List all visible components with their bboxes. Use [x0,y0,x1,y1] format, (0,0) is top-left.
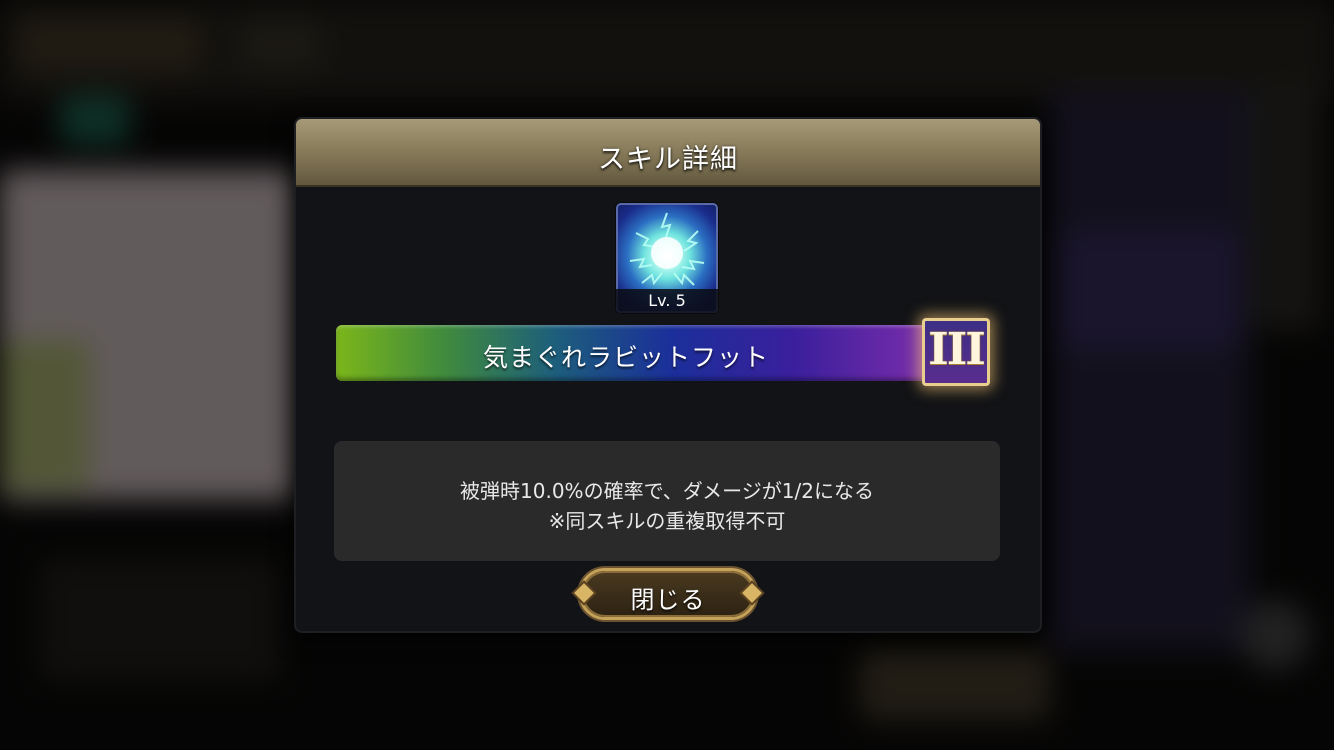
skill-rank: III [928,324,986,375]
skill-detail-dialog: スキル詳細 Lv. 5 気まぐれラビットフット III 被弾時10.0%の確率で… [296,119,1040,631]
dialog-header: スキル詳細 [296,119,1040,187]
skill-description-box: 被弾時10.0%の確率で、ダメージが1/2になる ※同スキルの重複取得不可 [334,441,1000,561]
skill-rank-badge: III [922,318,990,386]
skill-description-line-2: ※同スキルの重複取得不可 [548,509,786,533]
close-button[interactable]: 閉じる [574,571,762,617]
energy-orb-icon: Lv. 5 [616,203,718,313]
skill-name: 気まぐれラビットフット [482,343,769,372]
close-button-label: 閉じる [630,586,706,614]
game-screen: スキル詳細 Lv. 5 気まぐれラビットフット III 被弾時10.0%の確率で… [0,0,1334,750]
skill-name-bar: 気まぐれラビットフット [336,325,946,381]
skill-level-label: Lv. 5 [616,289,718,313]
skill-description-line-1: 被弾時10.0%の確率で、ダメージが1/2になる [460,479,874,503]
dialog-title: スキル詳細 [598,144,738,175]
